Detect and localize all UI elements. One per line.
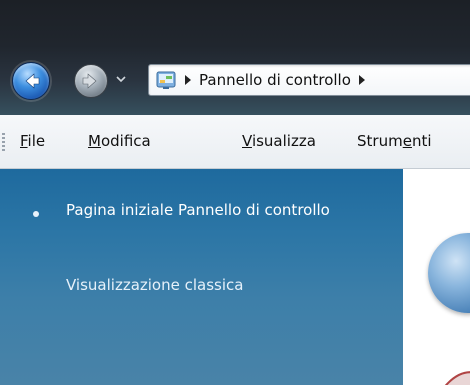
menu-modifica[interactable]: Modifica bbox=[88, 132, 151, 150]
breadcrumb-control-panel[interactable]: Pannello di controllo bbox=[199, 71, 351, 89]
menu-modifica-accel: M bbox=[88, 132, 101, 150]
security-shield-icon[interactable] bbox=[432, 362, 470, 385]
menu-strumenti-label: nti bbox=[411, 132, 432, 150]
breadcrumb-separator-icon[interactable] bbox=[358, 75, 365, 85]
menu-strumenti-label-pre: Strum bbox=[357, 132, 403, 150]
history-dropdown-button[interactable] bbox=[116, 74, 126, 84]
explorer-window: Pannello di controllo File Modifica Visu… bbox=[0, 0, 470, 385]
forward-arrow-icon bbox=[82, 73, 97, 89]
current-item-bullet-icon bbox=[33, 211, 39, 217]
back-button[interactable] bbox=[12, 62, 50, 100]
menu-strumenti[interactable]: Strumenti bbox=[357, 132, 432, 150]
menu-file-accel: F bbox=[20, 132, 28, 150]
menu-strumenti-accel: e bbox=[402, 132, 412, 150]
menu-visualizza-accel: V bbox=[242, 132, 252, 150]
menu-file[interactable]: File bbox=[20, 132, 45, 150]
control-panel-icon bbox=[156, 71, 176, 89]
address-bar[interactable]: Pannello di controllo bbox=[148, 64, 470, 96]
forward-button[interactable] bbox=[74, 64, 108, 98]
menu-modifica-label: odifica bbox=[100, 132, 151, 150]
chevron-down-icon bbox=[116, 76, 126, 83]
task-link-control-panel-home[interactable]: Pagina iniziale Pannello di controllo bbox=[66, 198, 366, 223]
task-link-classic-view[interactable]: Visualizzazione classica bbox=[66, 273, 243, 298]
menu-visualizza[interactable]: Visualizza bbox=[242, 132, 316, 150]
menu-visualizza-label: isualizza bbox=[251, 132, 316, 150]
breadcrumb-separator-icon[interactable] bbox=[185, 75, 191, 85]
back-arrow-icon bbox=[25, 73, 40, 89]
title-bar: Pannello di controllo bbox=[0, 0, 470, 115]
menu-bar: File Modifica Visualizza Strumenti bbox=[0, 115, 470, 169]
menubar-grip bbox=[2, 133, 5, 151]
menu-file-label: ile bbox=[27, 132, 46, 150]
